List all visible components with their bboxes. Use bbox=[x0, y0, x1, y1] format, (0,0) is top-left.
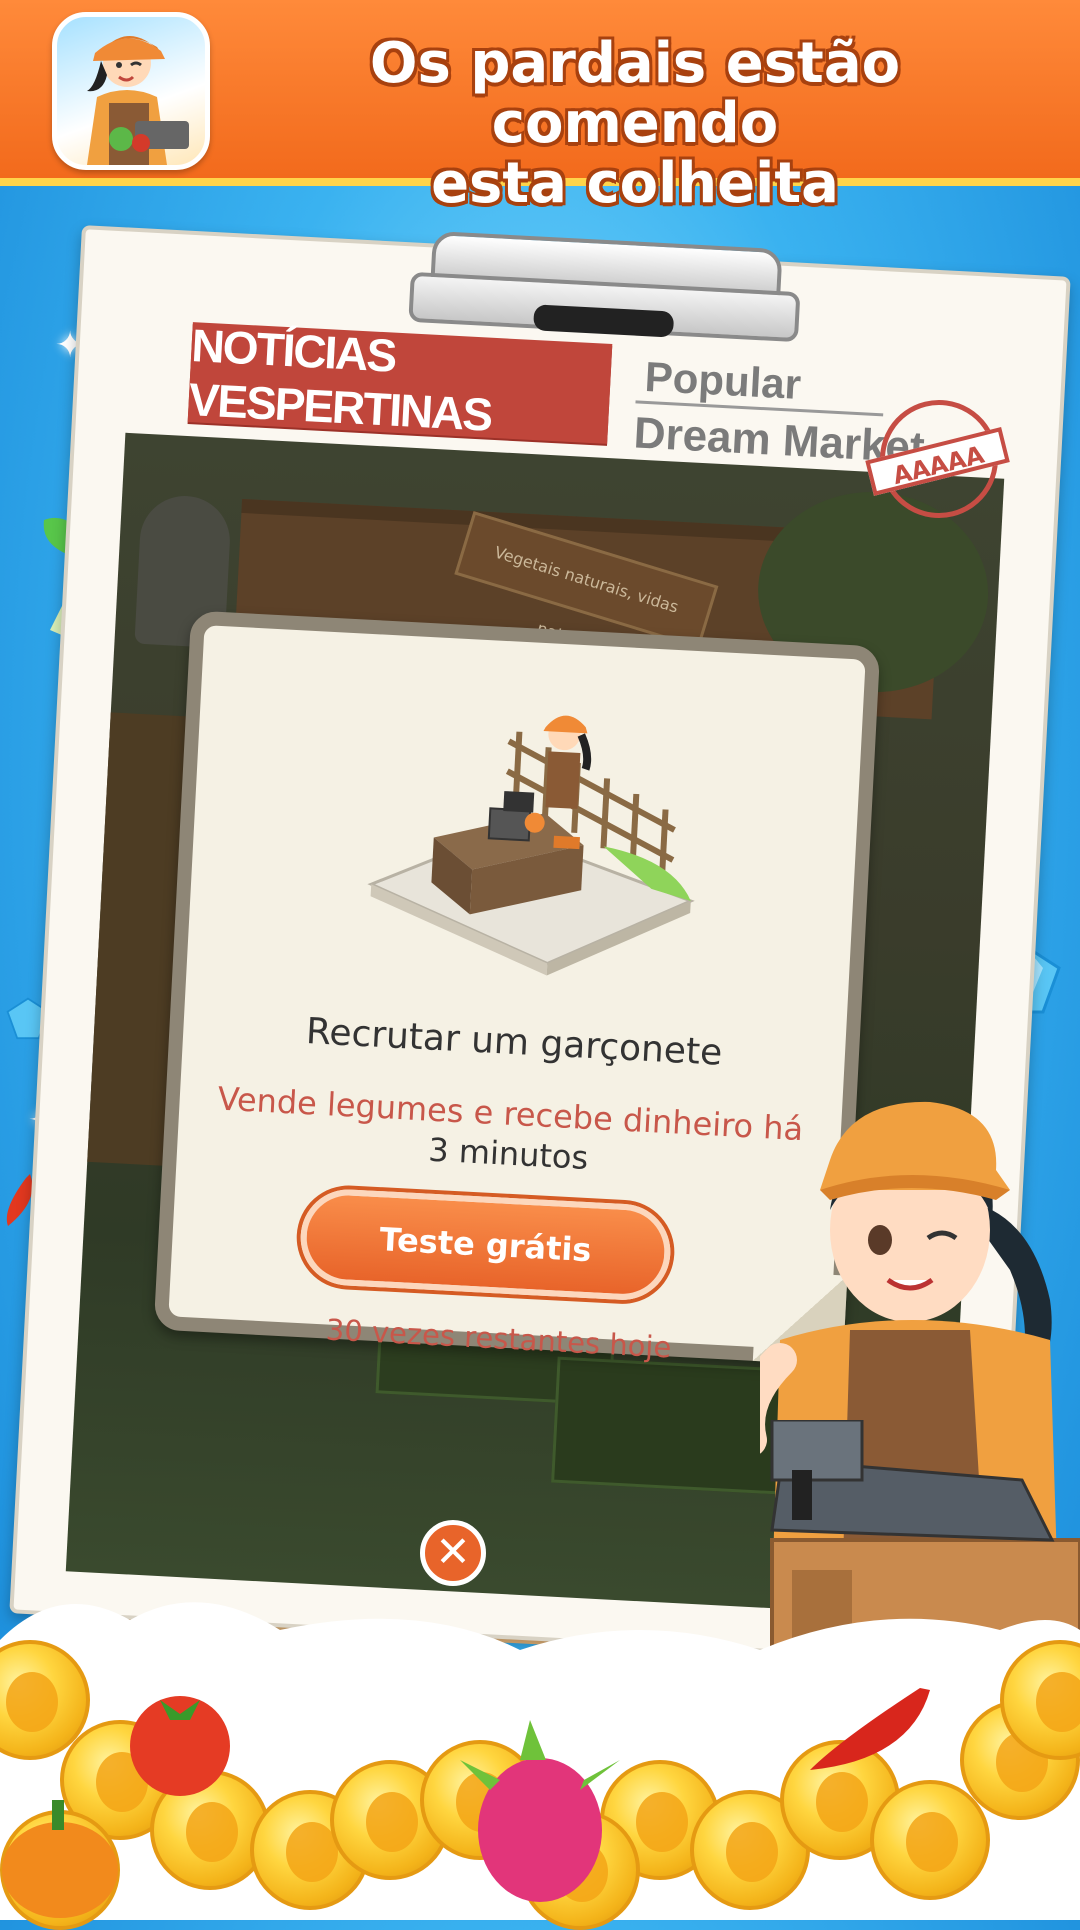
chili-pepper-icon bbox=[810, 1688, 930, 1770]
newspaper-headline: NOTÍCIAS VESPERTINAS bbox=[188, 319, 613, 444]
rating-stamp-label: AAAAA bbox=[865, 427, 1010, 496]
header-banner: Os pardais estão comendo esta colheita bbox=[0, 0, 1080, 214]
dialog-duration: 3 minutos bbox=[427, 1130, 590, 1177]
tomato-icon bbox=[130, 1696, 230, 1796]
close-button[interactable]: ✕ bbox=[420, 1520, 486, 1586]
gold-coin-icon bbox=[870, 1780, 990, 1900]
dragon-fruit-icon bbox=[460, 1720, 620, 1902]
free-trial-button[interactable]: Teste grátis bbox=[298, 1187, 673, 1303]
app-icon bbox=[52, 12, 210, 170]
dialog-description: Vende legumes e recebe dinheiro há 3 min… bbox=[207, 1078, 812, 1189]
banner-title-line2: esta colheita bbox=[431, 151, 839, 216]
cashier-counter-illustration bbox=[367, 715, 695, 976]
pumpkin-icon bbox=[2, 1800, 118, 1918]
farmer-girl-icon bbox=[87, 35, 189, 165]
banner-title: Os pardais estão comendo esta colheita bbox=[230, 34, 1040, 214]
banner-title-line1: Os pardais estão comendo bbox=[369, 31, 901, 156]
